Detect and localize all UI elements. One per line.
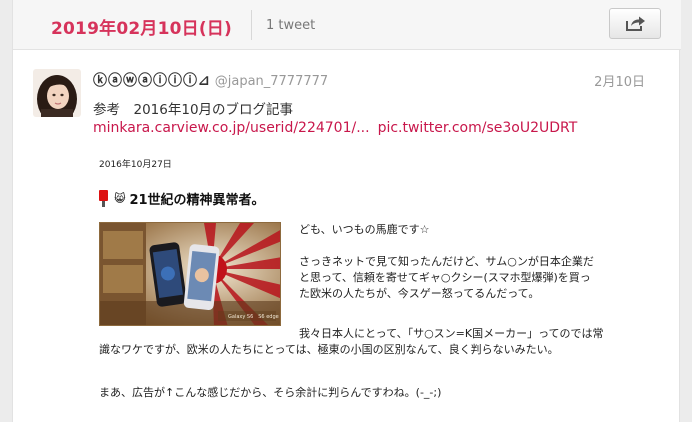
pic-link[interactable]: pic.twitter.com/se3oU2UDRT — [378, 120, 578, 136]
photo-title-text: 21世紀の精神異常者。 — [129, 193, 265, 208]
pin-icon — [99, 190, 108, 207]
photo-line: 我々日本人にとって、「サ○スン=K国メーカー」ってのでは常 — [299, 327, 603, 340]
photo-line: 識なワケですが、欧米の人たちにとっては、極東の小国の区別なんて、良く判らないみた… — [99, 343, 559, 356]
photo-line: さっきネットで見て知ったんだけど、サム○ンが日本企業だ — [299, 255, 594, 268]
galaxy-ad-image: Galaxy S6 S6 edge — [99, 222, 281, 326]
user-handle[interactable]: @japan_7777777 — [215, 74, 328, 89]
photo-body-beside: ども、いつもの馬鹿です☆ さっきネットで見て知ったんだけど、サム○ンが日本企業だ… — [299, 222, 599, 302]
share-button[interactable] — [609, 8, 661, 39]
share-icon — [626, 16, 645, 31]
photo-blog-date: 2016年10月27日 — [99, 160, 172, 170]
photo-body-wide: 我々日本人にとって、「サ○スン=K国メーカー」ってのでは常 識なワケですが、欧米… — [99, 326, 603, 358]
photo-line: た欧米の人たちが、今スゲー怒ってるんだって。 — [299, 287, 540, 300]
tweet-text: 参考 2016年10月のブログ記事 — [93, 102, 294, 118]
user-line: ⓚⓐⓦⓐⓘⓘⓘ⊿ @japan_7777777 — [93, 70, 328, 90]
photo-line: ども、いつもの馬鹿です☆ — [299, 223, 430, 236]
photo-last-line: まあ、広告が↑こんな感じだから、そら余計に判らんですわね。(-_-;) — [99, 386, 442, 399]
photo-line — [299, 238, 599, 254]
tweet-time[interactable]: 2月10日 — [594, 71, 645, 90]
blog-link[interactable]: minkara.carview.co.jp/userid/224701/... — [93, 120, 370, 136]
avatar[interactable] — [33, 69, 81, 117]
cat-face-icon: 😸 — [114, 192, 126, 205]
tweet-count: 1 tweet — [266, 18, 316, 33]
header-divider — [251, 10, 252, 40]
user-name[interactable]: ⓚⓐⓦⓐⓘⓘⓘ⊿ — [93, 73, 211, 89]
tweet-photo[interactable]: 2016年10月27日 😸 21世紀の精神異常者。 Galaxy S6 S6 e… — [93, 149, 603, 422]
photo-blog-title: 😸 21世紀の精神異常者。 — [99, 189, 265, 208]
photo-line: と思って、信頼を寄せてギャ○クシー(スマホ型爆弾)を買っ — [299, 271, 591, 284]
tweet-links: minkara.carview.co.jp/userid/224701/... p… — [93, 120, 577, 136]
tweet: ⓚⓐⓦⓐⓘⓘⓘ⊿ @japan_7777777 2月10日 参考 2016年10月… — [13, 51, 681, 422]
ad-caption: Galaxy S6 S6 edge — [228, 314, 279, 320]
tweet-card: 2019年02月10日(日) 1 tweet ⓚⓐⓦⓐⓘⓘⓘ⊿ @japan_7… — [12, 0, 681, 422]
date-header: 2019年02月10日(日) 1 tweet — [13, 0, 681, 50]
date-label: 2019年02月10日(日) — [51, 19, 232, 39]
